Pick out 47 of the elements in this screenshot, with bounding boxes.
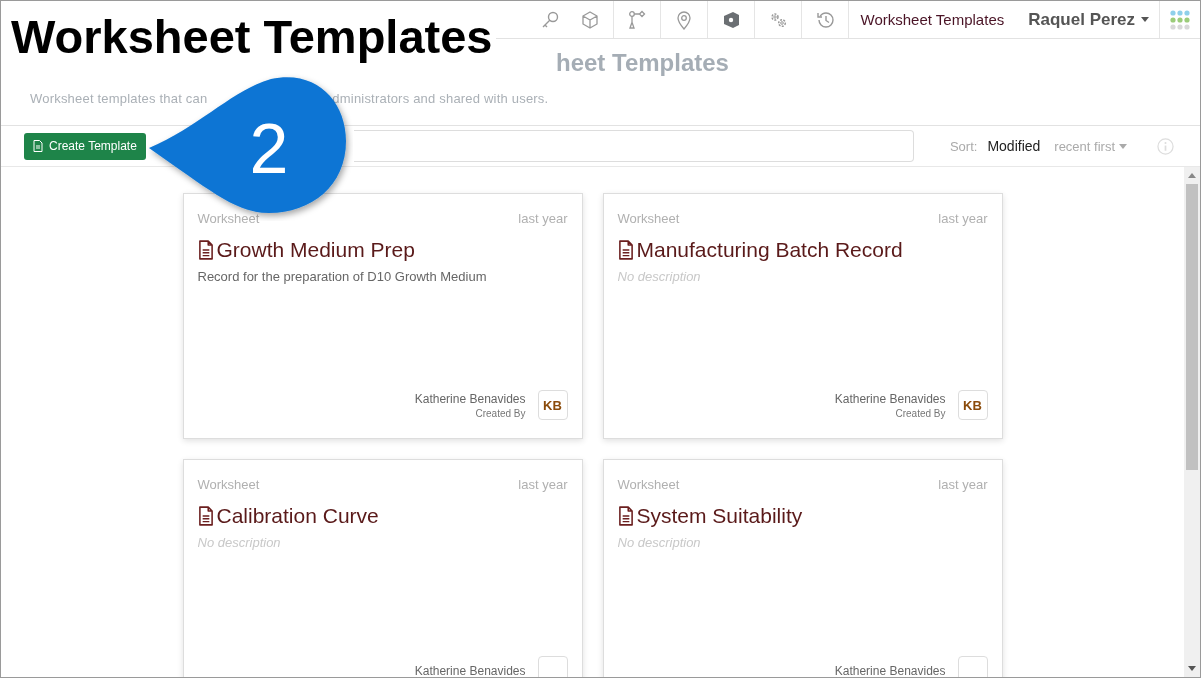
card-title: Calibration Curve <box>216 504 379 528</box>
card-type: Worksheet <box>617 211 680 226</box>
document-icon <box>617 506 634 526</box>
avatar: KB <box>537 390 568 420</box>
scroll-down-icon[interactable] <box>1188 666 1196 671</box>
author-name: Katherine Benavides <box>414 664 526 677</box>
author-name: Katherine Benavides <box>834 391 946 406</box>
sort-field[interactable]: Modified <box>987 138 1041 154</box>
scroll-up-icon[interactable] <box>1188 173 1196 178</box>
document-icon <box>33 140 43 152</box>
sort-label: Sort: <box>949 138 978 154</box>
create-template-button[interactable]: Create Template <box>24 132 146 160</box>
card-time: last year <box>518 477 568 492</box>
card-type: Worksheet <box>197 211 260 226</box>
avatar <box>957 656 988 677</box>
card-type: Worksheet <box>197 477 260 492</box>
page-description: Worksheet templates that can <box>30 91 208 106</box>
cube-icon[interactable] <box>579 9 600 30</box>
template-card[interactable]: Worksheet last year Growth Medium Prep Record for the preparation of D10 Growth Medium Katherine Benavides Created By KB <box>182 193 583 439</box>
user-menu[interactable]: Raquel Perez <box>1016 1 1160 38</box>
page-description: dministrators and shared with users. <box>332 91 549 106</box>
card-description: Record for the preparation of D10 Growth Medium <box>197 269 488 284</box>
apps-grid-icon[interactable] <box>1170 9 1190 30</box>
caret-icon <box>1141 17 1149 22</box>
document-icon <box>197 240 214 260</box>
page-title: heet Templates <box>555 49 730 77</box>
document-icon <box>617 240 634 260</box>
card-time: last year <box>518 211 568 226</box>
author-name: Katherine Benavides <box>414 391 526 406</box>
avatar: KB <box>957 390 988 420</box>
card-time: last year <box>938 477 988 492</box>
avatar <box>537 656 568 677</box>
author-name: Katherine Benavides <box>834 664 946 677</box>
card-type: Worksheet <box>617 477 680 492</box>
card-time: last year <box>938 211 988 226</box>
current-page-label: Worksheet Templates <box>859 10 1006 30</box>
author-role: Created By <box>475 407 526 419</box>
caret-icon <box>1119 143 1127 149</box>
history-icon[interactable] <box>814 9 835 30</box>
author-role: Created By <box>895 407 946 419</box>
card-title: Manufacturing Batch Record <box>636 238 903 262</box>
document-icon <box>197 506 214 526</box>
scrollbar[interactable] <box>1184 167 1200 677</box>
card-title: Growth Medium Prep <box>216 238 415 262</box>
card-title: System Suitability <box>636 504 803 528</box>
search-field[interactable] <box>353 130 914 162</box>
nodes-icon[interactable] <box>626 9 647 30</box>
